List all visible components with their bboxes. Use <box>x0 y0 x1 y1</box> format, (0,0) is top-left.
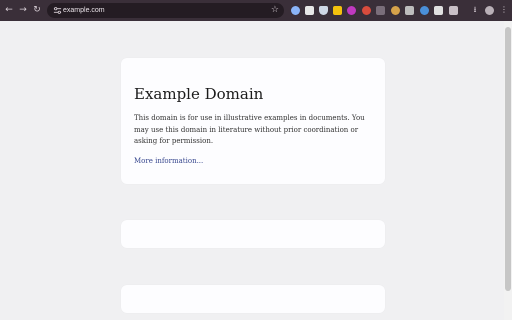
extension-icon[interactable] <box>376 6 385 15</box>
page-title: Example Domain <box>134 85 264 103</box>
extension-icon[interactable] <box>391 6 400 15</box>
extension-icon[interactable] <box>434 6 443 15</box>
url-text: example.com <box>63 7 105 14</box>
forward-button[interactable]: → <box>17 4 29 16</box>
extension-icon[interactable] <box>362 6 371 15</box>
browser-toolbar: ← → ↻ example.com ☆ ⭳ ⋮ <box>0 0 512 21</box>
content-card <box>121 285 385 313</box>
extension-icon[interactable] <box>305 6 314 15</box>
extension-icon[interactable] <box>291 6 300 15</box>
shield-extension-icon[interactable] <box>319 6 328 15</box>
extension-icon[interactable] <box>347 6 356 15</box>
content-card: Example Domain This domain is for use in… <box>121 58 385 184</box>
address-bar[interactable]: example.com ☆ <box>47 3 284 18</box>
avatar[interactable] <box>485 6 494 15</box>
menu-icon[interactable]: ⋮ <box>498 4 510 16</box>
extension-icon[interactable] <box>333 6 342 15</box>
scrollbar-thumb[interactable] <box>505 27 511 291</box>
content-card <box>121 220 385 248</box>
downloads-icon[interactable]: ⭳ <box>469 4 481 16</box>
page-description: This domain is for use in illustrative e… <box>134 114 365 145</box>
bookmark-star-icon[interactable]: ☆ <box>271 3 279 18</box>
extension-icon[interactable] <box>405 6 414 15</box>
reload-button[interactable]: ↻ <box>31 4 43 16</box>
extension-icon[interactable] <box>420 6 429 15</box>
back-button[interactable]: ← <box>3 4 15 16</box>
extensions-puzzle-icon[interactable] <box>449 6 458 15</box>
more-information-link[interactable]: More information... <box>134 156 203 167</box>
site-settings-icon[interactable] <box>53 6 62 15</box>
